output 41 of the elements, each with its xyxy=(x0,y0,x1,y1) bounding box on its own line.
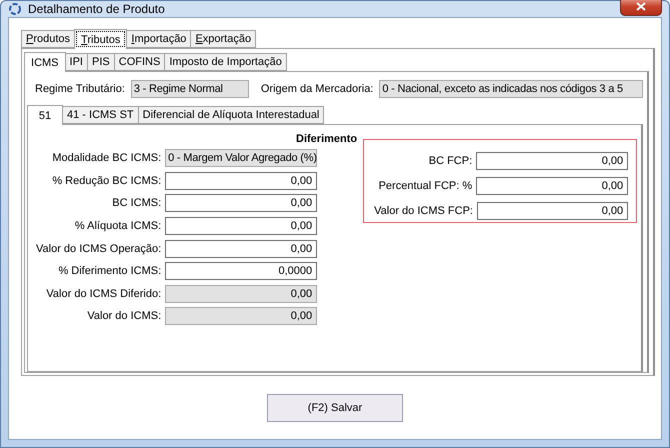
tab[interactable]: IPI xyxy=(64,53,88,71)
tab[interactable]: Exportação xyxy=(190,30,256,48)
input-field[interactable]: 0,0000 xyxy=(165,262,318,280)
field-label: Modalidade BC ICMS: xyxy=(52,152,162,164)
section-title: Diferimento xyxy=(296,133,358,145)
save-button[interactable]: (F2) Salvar xyxy=(267,394,403,422)
input-field[interactable]: 0,00 xyxy=(165,194,318,212)
tab[interactable]: ICMS xyxy=(24,52,66,72)
input-field[interactable]: 0,00 xyxy=(476,152,628,170)
tab[interactable]: COFINS xyxy=(114,53,166,71)
field-label: Valor do ICMS Operação: xyxy=(36,242,162,255)
app-icon xyxy=(8,2,22,16)
field-label: Valor do ICMS FCP: xyxy=(374,205,473,218)
input-field[interactable]: 0,00 xyxy=(165,217,318,236)
field-label: Valor do ICMS: xyxy=(87,310,162,322)
field-label: Origem da Mercadoria: xyxy=(260,83,374,95)
field-label: % Alíquota ICMS: xyxy=(74,220,162,232)
tab[interactable]: 41 - ICMS ST xyxy=(62,106,139,124)
field-label: BC ICMS: xyxy=(112,197,162,210)
field-label: % Redução BC ICMS: xyxy=(52,174,162,187)
input-field[interactable]: 0,00 xyxy=(476,202,628,220)
field-label: Regime Tributário: xyxy=(35,83,125,95)
tab[interactable]: Diferencial de Alíquota Interestadual xyxy=(138,106,324,124)
tab[interactable]: Imposto de Importação xyxy=(164,53,287,71)
dropdown-field[interactable]: 3 - Regime Normal xyxy=(130,80,249,98)
input-field[interactable]: 0,00 xyxy=(165,240,318,258)
close-icon xyxy=(636,2,646,11)
field-label: BC FCP: xyxy=(428,154,472,167)
close-button[interactable] xyxy=(620,0,662,16)
input-field[interactable]: 0,00 xyxy=(476,176,628,195)
tab[interactable]: PIS xyxy=(86,53,115,71)
input-field[interactable]: 0,00 xyxy=(165,172,318,190)
field-label: Valor do ICMS Diferido: xyxy=(46,288,162,300)
dropdown-field[interactable]: 0 - Nacional, exceto as indicadas nos códigos 3 a 5 xyxy=(379,80,643,98)
tab[interactable]: Produtos xyxy=(21,30,76,48)
tab[interactable]: Tributos xyxy=(74,29,128,49)
tab[interactable]: Importação xyxy=(126,30,192,48)
field-label: % Diferimento ICMS: xyxy=(58,265,162,278)
tab[interactable]: 51 xyxy=(27,105,63,125)
window-title: Detalhamento de Produto xyxy=(28,2,166,16)
field-label: Percentual FCP: % xyxy=(378,180,472,192)
